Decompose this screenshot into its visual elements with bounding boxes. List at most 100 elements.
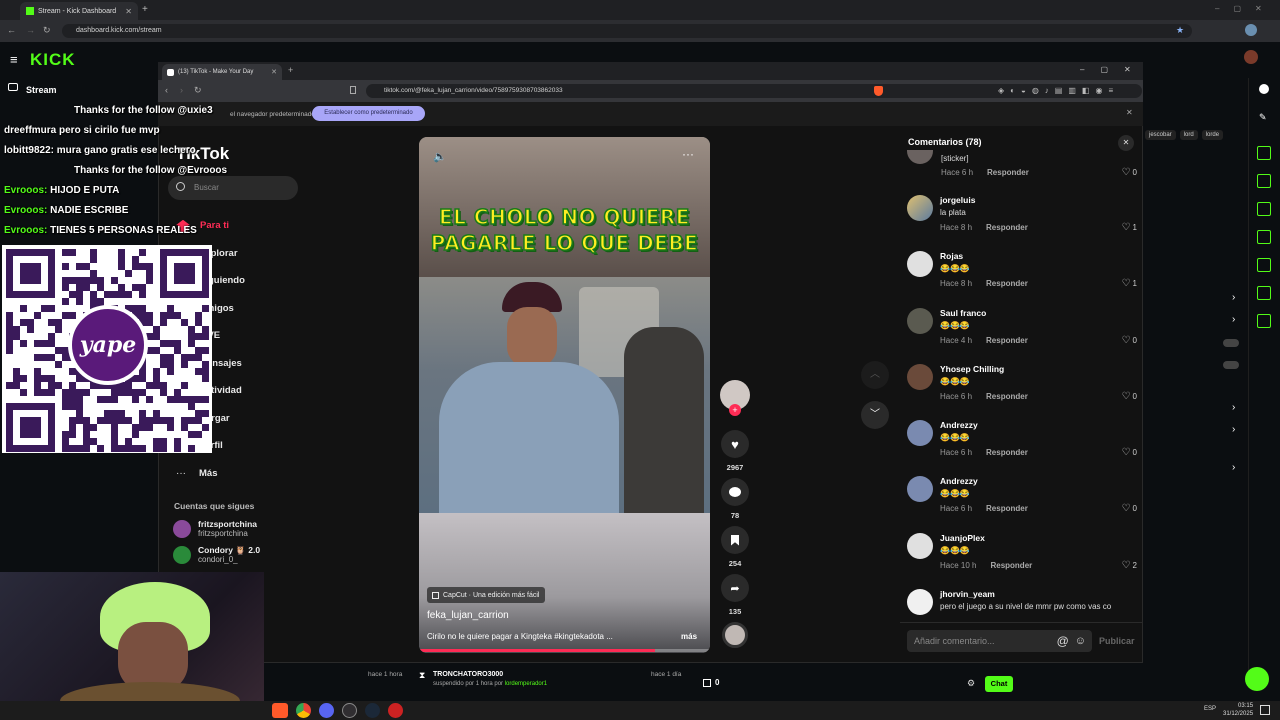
chrome-icon[interactable] — [296, 703, 311, 718]
new-tab-icon[interactable]: + — [288, 65, 293, 75]
like-comment[interactable]: ♡ 0 — [1122, 167, 1137, 178]
rail-button-6[interactable] — [1257, 286, 1271, 300]
comment-author[interactable]: Saul franco — [940, 308, 1137, 318]
comment-author[interactable]: JuanjoPlex — [940, 533, 1137, 543]
settings-gear-icon[interactable]: ⚙ — [967, 678, 975, 689]
comment-author[interactable]: jorgeluis — [940, 195, 1137, 205]
reply-button[interactable]: Responder — [987, 168, 1029, 177]
profile-avatar[interactable] — [1245, 24, 1257, 36]
comment-button[interactable] — [721, 478, 749, 506]
reply-button[interactable]: Responder — [986, 448, 1028, 457]
obs-icon[interactable] — [342, 703, 357, 718]
like-comment[interactable]: ♡ 1 — [1122, 222, 1137, 233]
close-icon[interactable]: ✕ — [1126, 108, 1133, 117]
rail-button-1[interactable] — [1257, 146, 1271, 160]
toggle-switch[interactable] — [1223, 361, 1239, 369]
chat-send-button[interactable]: Chat — [985, 676, 1013, 692]
like-comment[interactable]: ♡ 2 — [1122, 560, 1137, 571]
event-username[interactable]: TRONCHATORO3000 — [433, 671, 503, 678]
notification-icon[interactable] — [1260, 705, 1270, 715]
comment-author[interactable]: Andrezzy — [940, 420, 1137, 430]
like-comment[interactable]: ♡ 0 — [1122, 335, 1137, 346]
close-icon[interactable]: ✕ — [125, 7, 132, 16]
progress-track[interactable] — [419, 649, 710, 652]
capcut-badge[interactable]: CapCut · Una edición más fácil — [427, 587, 545, 603]
tag-chip[interactable]: lorde — [1201, 130, 1224, 140]
toggle-switch[interactable] — [1223, 339, 1239, 347]
more-options-icon[interactable]: ··· — [682, 147, 694, 161]
recorder-icon[interactable] — [388, 703, 403, 718]
like-comment[interactable]: ♡ 0 — [1122, 503, 1137, 514]
next-video-button[interactable]: ﹀ — [861, 401, 889, 429]
tag-chip[interactable]: jescobar — [1145, 130, 1176, 140]
prev-video-button[interactable]: ︿ — [861, 361, 889, 389]
back-icon[interactable]: ‹ — [165, 85, 168, 95]
menu-icon[interactable]: ≡ — [10, 52, 18, 67]
discord-icon[interactable] — [319, 703, 334, 718]
forward-icon[interactable]: → — [26, 25, 35, 35]
follow-plus-icon[interactable]: + — [729, 404, 741, 416]
reply-button[interactable]: Responder — [986, 336, 1028, 345]
like-button[interactable]: ♥ — [721, 430, 749, 458]
comment-author[interactable]: Yhosep Chilling — [940, 364, 1137, 374]
tag-chip[interactable]: lord — [1179, 130, 1198, 140]
video-player[interactable]: 🔈 ··· EL CHOLO NO QUIERE PAGARLE LO QUE … — [419, 137, 710, 653]
nav-item-mas[interactable]: ··· Más — [176, 460, 245, 488]
taskbar-clock[interactable]: 03:15 31/12/2025 — [1223, 702, 1253, 718]
kick-user-avatar[interactable] — [1244, 50, 1258, 64]
reload-icon[interactable]: ↻ — [194, 85, 202, 96]
emoji-icon[interactable]: ☺ — [1075, 635, 1086, 647]
close-comments-button[interactable]: ✕ — [1118, 135, 1134, 151]
following-item[interactable]: fritzsportchina fritzsportchina — [173, 519, 257, 539]
like-comment[interactable]: ♡ 1 — [1122, 278, 1137, 289]
share-button[interactable]: ➦ — [721, 574, 749, 602]
reply-button[interactable]: Responder — [986, 392, 1028, 401]
rail-button-5[interactable] — [1257, 258, 1271, 272]
save-button[interactable] — [721, 526, 749, 554]
mention-icon[interactable]: @ — [1057, 634, 1069, 648]
chevron-right-icon[interactable]: › — [1232, 402, 1235, 413]
video-author[interactable]: feka_lujan_carrion — [427, 610, 509, 621]
brave-browser-icon[interactable] — [272, 703, 288, 718]
kick-logo[interactable]: KICK — [30, 50, 76, 70]
rail-button-2[interactable] — [1257, 174, 1271, 188]
taskbar-lang[interactable]: ESP — [1204, 706, 1216, 712]
set-default-button[interactable]: Establecer como predeterminado — [312, 106, 425, 121]
window-controls[interactable]: –▢✕ — [1215, 4, 1276, 13]
forward-icon[interactable]: › — [180, 85, 183, 95]
chevron-right-icon[interactable]: › — [1232, 292, 1235, 303]
new-tab-icon[interactable]: + — [142, 4, 148, 15]
edit-icon[interactable]: ✎ — [1259, 112, 1267, 123]
reply-button[interactable]: Responder — [990, 561, 1032, 570]
reply-button[interactable]: Responder — [986, 223, 1028, 232]
creator-avatar[interactable]: + — [720, 380, 750, 416]
chevron-right-icon[interactable]: › — [1232, 314, 1235, 325]
following-item[interactable]: Condory 🦉 2.0 condori_0_ — [173, 545, 260, 565]
steam-icon[interactable] — [365, 703, 380, 718]
event-moderator[interactable]: lordemperador1 — [505, 681, 547, 687]
rail-button-7[interactable] — [1257, 314, 1271, 328]
reload-icon[interactable]: ↻ — [43, 25, 51, 36]
window-controls[interactable]: –▢✕ — [1080, 65, 1147, 74]
chevron-right-icon[interactable]: › — [1232, 424, 1235, 435]
music-disc-avatar[interactable] — [722, 622, 748, 648]
comment-author[interactable]: Rojas — [940, 251, 1137, 261]
brave-shield-icon[interactable] — [874, 86, 883, 96]
publish-button[interactable]: Publicar — [1099, 636, 1135, 646]
volume-icon[interactable]: 🔈 — [433, 150, 447, 163]
outer-tab[interactable]: Stream - Kick Dashboard ✕ — [20, 2, 138, 20]
like-comment[interactable]: ♡ 0 — [1122, 447, 1137, 458]
reply-button[interactable]: Responder — [986, 504, 1028, 513]
rail-button-4[interactable] — [1257, 230, 1271, 244]
comment-input[interactable]: Añadir comentario... @ ☺ — [907, 630, 1092, 652]
tiktok-tab[interactable]: (13) TikTok - Make Your Day ✕ — [162, 64, 282, 80]
like-comment[interactable]: ♡ 0 — [1122, 391, 1137, 402]
bookmark-icon[interactable] — [350, 86, 356, 94]
info-icon[interactable] — [1259, 84, 1269, 94]
comment-author[interactable]: jhorvin_yeam — [940, 589, 1137, 599]
help-chat-button[interactable] — [1245, 667, 1269, 691]
bookmark-star-icon[interactable]: ★ — [1176, 25, 1184, 36]
outer-url-field[interactable]: dashboard.kick.com/stream — [62, 24, 1192, 38]
stream-nav-item[interactable] — [8, 83, 26, 91]
back-icon[interactable]: ← — [7, 25, 16, 35]
